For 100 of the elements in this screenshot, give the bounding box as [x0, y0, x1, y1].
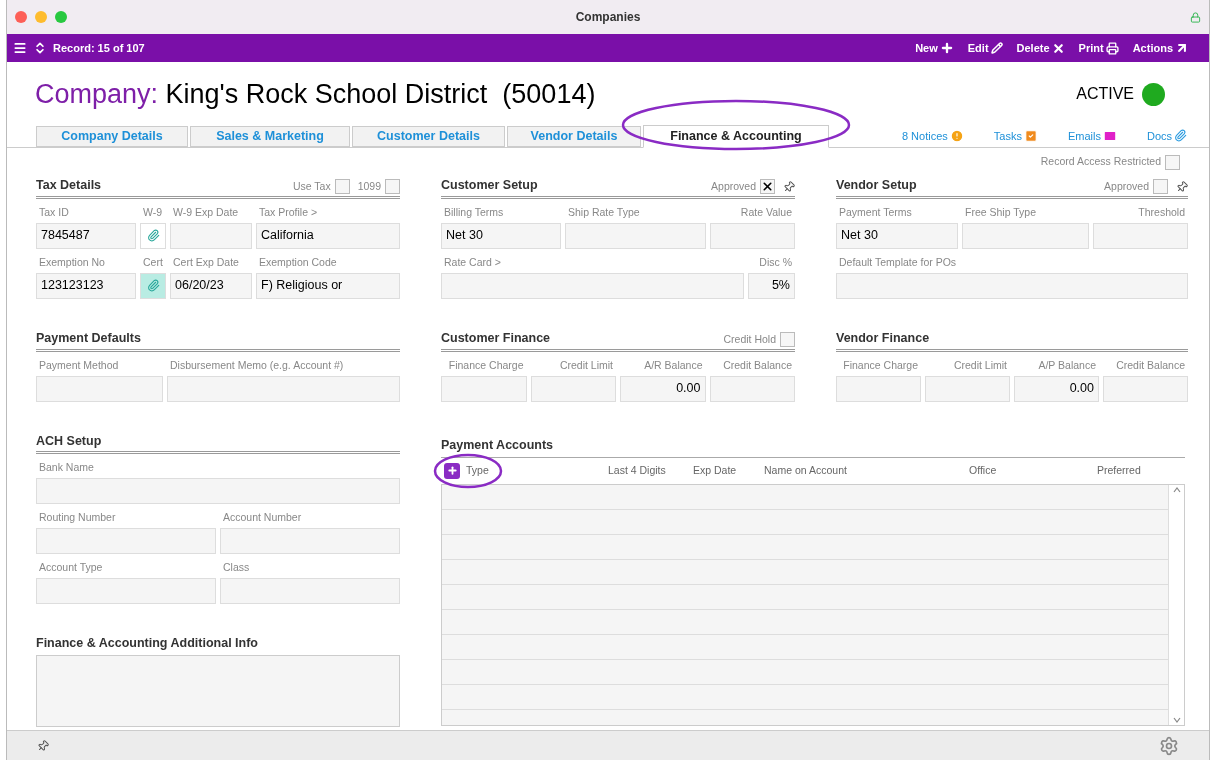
list-row[interactable] [442, 684, 1168, 710]
input-field[interactable] [36, 528, 216, 555]
input-field[interactable]: 7845487 [36, 222, 136, 249]
column-header: Name on Account [764, 462, 847, 478]
up-down-icon[interactable] [33, 41, 47, 55]
toolbar-button[interactable]: Actions [1132, 39, 1189, 57]
printer-icon [1105, 41, 1119, 55]
checkbox[interactable] [1153, 179, 1168, 195]
minimize-icon[interactable] [35, 11, 47, 23]
input-field[interactable]: Net 30 [836, 222, 958, 249]
column-header: Preferred [1097, 462, 1141, 478]
header-link[interactable]: Docs [1146, 127, 1187, 144]
list-row[interactable] [442, 609, 1168, 635]
field-label: Bank Name [38, 460, 95, 476]
field-label: A/P Balance [1037, 357, 1097, 373]
field-label: Cert Exp Date [172, 254, 240, 270]
input-field[interactable]: F) Religious or [256, 272, 400, 299]
column-header: Office [969, 462, 997, 478]
record-counter: Record: 15 of 107 [53, 40, 145, 56]
tab[interactable]: Finance & Accounting [643, 124, 829, 148]
input-field[interactable] [441, 272, 744, 299]
input-field[interactable] [925, 375, 1010, 402]
section-title: Vendor Setup [836, 177, 917, 194]
settings-icon[interactable] [1159, 735, 1179, 756]
section-title: Finance & Accounting Additional Info [36, 635, 259, 653]
toolbar-button[interactable]: Edit [967, 39, 1003, 57]
toolbar-button[interactable]: New [915, 39, 954, 57]
checkbox[interactable] [334, 179, 350, 195]
field-label: Rate Card > [443, 254, 502, 270]
scroll-down-icon[interactable] [1172, 716, 1181, 723]
input-field[interactable] [836, 272, 1188, 299]
add-button[interactable] [444, 462, 460, 479]
input-field[interactable]: California [256, 222, 400, 249]
input-field[interactable]: 0.00 [620, 375, 706, 402]
field-label: Class [222, 560, 251, 576]
attachment-field[interactable] [140, 222, 166, 249]
field-label: Cert [142, 254, 164, 270]
field-label: Credit Limit [558, 357, 614, 373]
scrollbar[interactable] [1168, 484, 1184, 725]
list-row[interactable] [442, 584, 1168, 610]
status-label: ACTIVE [1076, 84, 1134, 104]
company-heading: Company: King's Rock School District (50014) [35, 77, 596, 111]
field-label: Rate Value [739, 204, 793, 220]
input-field[interactable] [36, 478, 400, 505]
input-field[interactable] [36, 375, 163, 402]
menu-icon[interactable] [13, 41, 27, 55]
checkbox[interactable] [385, 179, 400, 195]
field-label: Free Ship Type [964, 204, 1037, 220]
input-field[interactable] [220, 578, 400, 605]
input-field[interactable] [962, 222, 1089, 249]
input-field[interactable] [530, 375, 616, 402]
x-icon [1051, 41, 1065, 55]
list-row[interactable] [442, 659, 1168, 685]
checkbox-label: 1099 [357, 179, 381, 194]
checkbox[interactable] [1165, 154, 1180, 170]
input-field[interactable] [441, 375, 527, 402]
input-field[interactable] [167, 375, 400, 402]
field-label: Credit Balance [1115, 357, 1186, 373]
header-link[interactable]: Emails [1067, 127, 1117, 144]
input-field[interactable]: 06/20/23 [170, 272, 252, 299]
alert-icon [949, 128, 964, 143]
toolbar-button[interactable]: Delete [1016, 39, 1065, 57]
paperclip-icon [146, 229, 160, 243]
input-field[interactable]: 123123123 [36, 272, 136, 299]
plus-icon [446, 465, 458, 476]
input-field[interactable]: 0.00 [1014, 375, 1099, 402]
field-label: Tax ID [38, 204, 70, 220]
input-field[interactable] [710, 222, 795, 249]
list-row[interactable] [442, 509, 1168, 535]
checkbox[interactable] [780, 332, 795, 348]
input-field[interactable] [709, 375, 795, 402]
section-title: Customer Setup [441, 177, 538, 194]
close-icon[interactable] [15, 11, 27, 23]
input-field[interactable] [170, 222, 252, 249]
zoom-icon[interactable] [55, 11, 67, 23]
field-label: Disbursement Memo (e.g. Account #) [169, 357, 345, 373]
input-field[interactable]: 5% [748, 272, 795, 299]
input-field[interactable]: Net 30 [441, 222, 561, 249]
input-field[interactable] [836, 375, 921, 402]
input-field[interactable] [1093, 222, 1188, 249]
input-field[interactable] [1103, 375, 1188, 402]
header-link[interactable]: Tasks [993, 127, 1038, 144]
list-row[interactable] [442, 559, 1168, 585]
scroll-up-icon[interactable] [1172, 486, 1181, 493]
input-field[interactable] [36, 578, 216, 605]
header-link[interactable]: 8 Notices [901, 127, 964, 144]
checkbox[interactable] [760, 179, 775, 195]
list-row[interactable] [442, 634, 1168, 660]
toolbar-button[interactable]: Print [1078, 39, 1119, 57]
input-field[interactable] [565, 222, 706, 249]
checkbox-label: Approved [711, 179, 756, 194]
list-row[interactable] [442, 484, 1168, 510]
paperclip-icon [1174, 129, 1187, 143]
attachment-field[interactable] [140, 272, 166, 299]
input-field[interactable] [220, 528, 400, 555]
field-label: Credit Limit [952, 357, 1008, 373]
field-label: Credit Balance [722, 357, 793, 373]
text-area[interactable] [36, 655, 400, 727]
field-label: W-9 Exp Date [172, 204, 240, 220]
list-row[interactable] [442, 534, 1168, 560]
